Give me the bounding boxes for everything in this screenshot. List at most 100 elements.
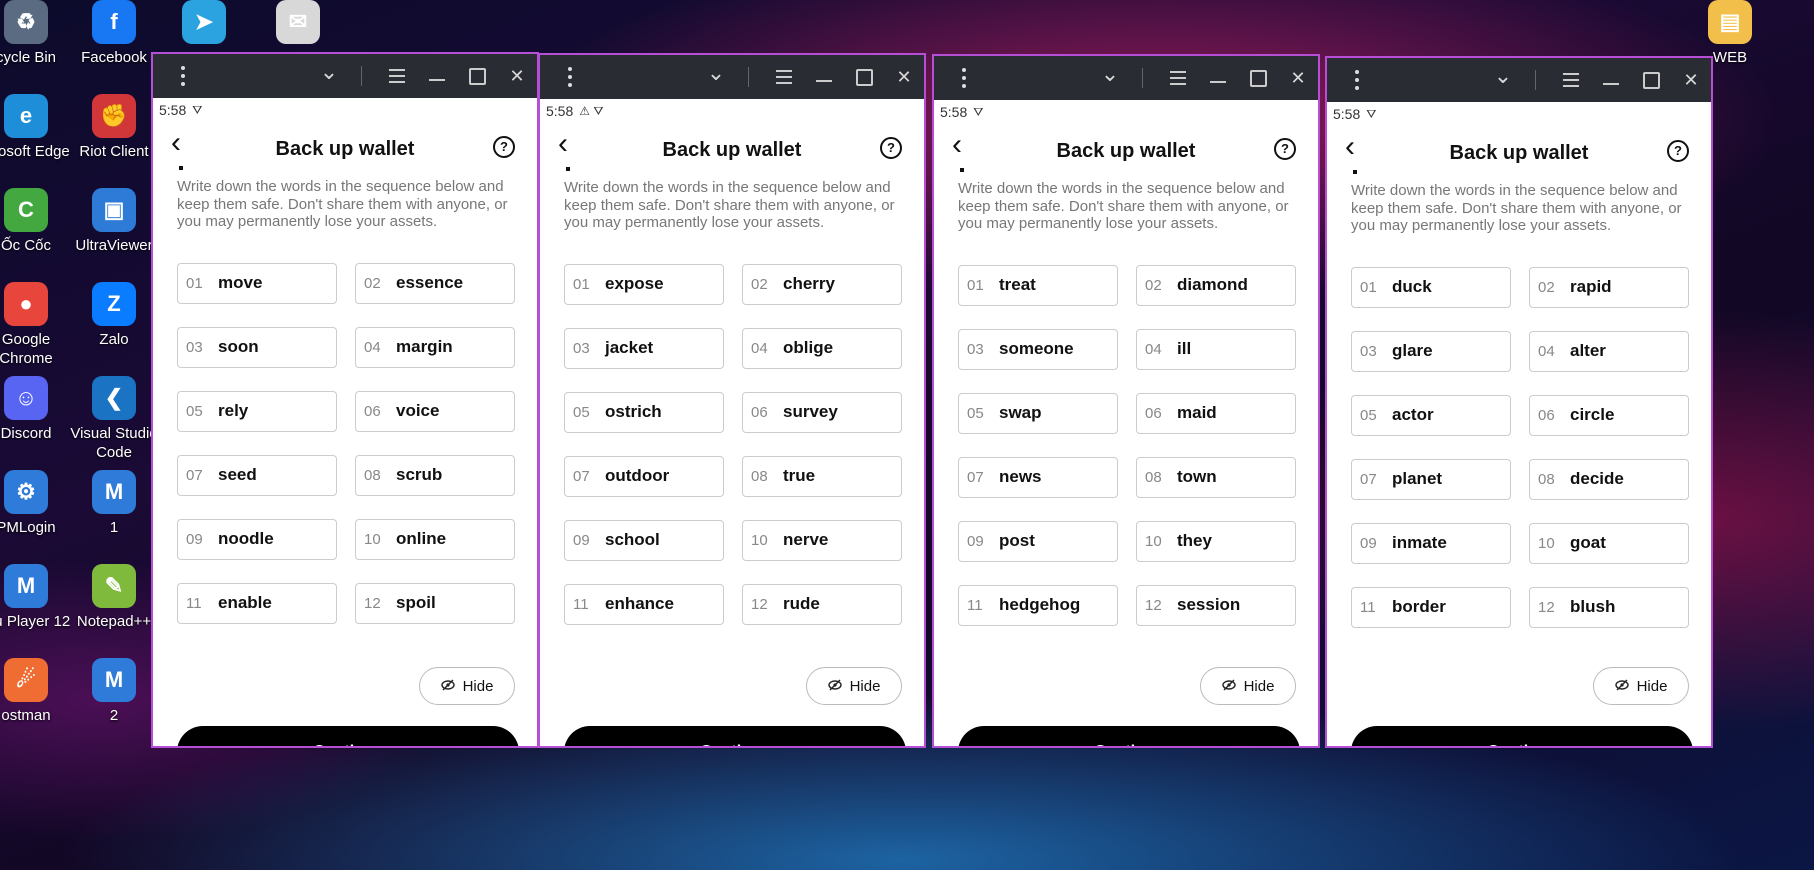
app-icon: ☄ [4,658,48,702]
seed-word: jacket [605,338,654,357]
screen-header: ‹ Back up wallet? [1327,126,1711,180]
desktop-icon[interactable]: M Mu Player 12 [0,564,72,631]
seed-word-number: 01 [967,276,984,294]
desktop-icon[interactable]: ● Google Chrome [0,282,72,368]
hamburger-icon[interactable] [1555,58,1587,102]
menu-dots-icon[interactable] [167,54,199,98]
chevron-down-icon[interactable]: ⌄ [1094,56,1126,100]
menu-dots-icon[interactable] [1341,58,1373,102]
chevron-down-icon[interactable]: ⌄ [313,54,345,98]
seed-word: treat [999,275,1036,294]
maximize-icon[interactable] [848,55,880,99]
hide-button[interactable]: Hide [419,667,515,705]
seed-word-cell: 11 border [1351,586,1511,628]
hamburger-icon[interactable] [1162,56,1194,100]
desktop-icon[interactable]: ✊ Riot Client [68,94,160,161]
minimize-icon[interactable] [421,54,453,98]
seed-word-number: 04 [751,339,768,357]
desktop-icon[interactable]: ☺ Discord [0,376,72,443]
seed-word-number: 01 [1360,278,1377,296]
help-icon[interactable]: ? [1274,138,1296,160]
desktop-icon[interactable]: ➤ [158,0,250,48]
app-icon: ♻ [4,0,48,44]
hamburger-icon[interactable] [381,54,413,98]
seed-word-cell: 07 news [958,456,1118,498]
help-icon[interactable]: ? [880,137,902,159]
instructions-text: Write down the words in the sequence bel… [564,179,895,231]
seed-word: noodle [218,529,274,548]
desktop-icon-label: cycle Bin [0,49,57,66]
seed-word-number: 07 [186,466,203,484]
desktop-icon[interactable]: C Ốc Cốc [0,188,72,255]
desktop-icon[interactable]: M1 [68,470,160,537]
seed-word-number: 07 [573,467,590,485]
hide-button[interactable]: Hide [1200,667,1296,705]
seed-word: enable [218,593,272,612]
seed-word: post [999,531,1035,550]
close-icon[interactable]: ✕ [501,54,533,98]
desktop-icon[interactable]: ♻ cycle Bin [0,0,72,67]
status-time: 5:58 [546,103,574,119]
desktop-icon-label: Ốc Cốc [0,237,51,254]
close-icon[interactable]: ✕ [888,55,920,99]
seed-word-cell: 08 decide [1529,458,1689,500]
seed-word: voice [396,401,440,420]
instructions-text: Write down the words in the sequence bel… [958,180,1289,232]
desktop-icon[interactable]: ⚙ PMLogin [0,470,72,537]
seed-word: enhance [605,594,674,613]
seed-word: glare [1392,341,1433,360]
desktop-icon[interactable]: ▣ UltraViewer [68,188,160,255]
seed-word: online [396,529,447,548]
menu-dots-icon[interactable] [948,56,980,100]
desktop-icon[interactable]: ✎ Notepad++ [68,564,160,631]
seed-word: session [1177,595,1241,614]
chevron-down-icon[interactable]: ⌄ [700,55,732,99]
continue-button[interactable]: Continue [1351,726,1693,746]
seed-word-number: 10 [751,531,768,549]
close-icon[interactable]: ✕ [1675,58,1707,102]
page-title: Back up wallet [275,138,415,160]
desktop-icon[interactable]: ☄ ostman [0,658,72,725]
emulator-window: ⌄ ✕ 5:58 ⛛ ‹ Back up wallet? Write down the wo… [932,54,1320,748]
app-icon: ✎ [92,564,136,608]
maximize-icon[interactable] [1242,56,1274,100]
seed-word-cell: 10 goat [1529,522,1689,564]
hide-button[interactable]: Hide [806,667,902,705]
help-icon[interactable]: ? [493,136,515,158]
menu-dots-icon[interactable] [554,55,586,99]
desktop-icon[interactable]: M2 [68,658,160,725]
seed-word: oblige [783,338,834,357]
seed-word-number: 05 [1360,406,1377,424]
continue-button[interactable]: Continue [564,726,906,746]
desktop-icon[interactable]: ❮ Visual Studio Code [68,376,160,462]
desktop-icon-label: Visual Studio Code [70,425,158,461]
seed-word-cell: 11 hedgehog [958,584,1118,626]
seed-word-number: 10 [1145,532,1162,550]
chevron-down-icon[interactable]: ⌄ [1487,58,1519,102]
seed-word-cell: 01 move [177,262,337,304]
desktop-icon[interactable]: e icrosoft Edge [0,94,72,161]
minimize-icon[interactable] [808,55,840,99]
continue-button[interactable]: Continue [177,726,519,746]
minimize-icon[interactable] [1202,56,1234,100]
maximize-icon[interactable] [1635,58,1667,102]
hamburger-icon[interactable] [768,55,800,99]
seed-word-cell: 12 rude [742,583,902,625]
desktop-icon[interactable]: ✉ [252,0,344,48]
maximize-icon[interactable] [461,54,493,98]
seed-word: town [1177,467,1217,486]
seed-word-number: 04 [1145,340,1162,358]
seed-word: maid [1177,403,1217,422]
seed-word-cell: 04 oblige [742,327,902,369]
minimize-icon[interactable] [1595,58,1627,102]
help-icon[interactable]: ? [1667,140,1689,162]
hide-button[interactable]: Hide [1593,667,1689,705]
page-title: Back up wallet [1449,142,1589,164]
close-icon[interactable]: ✕ [1282,56,1314,100]
desktop-icon[interactable]: f Facebook [68,0,160,67]
seed-word-cell: 09 noodle [177,518,337,560]
seed-word: seed [218,465,257,484]
indicator-dot [566,167,570,171]
continue-button[interactable]: Continue [958,726,1300,746]
desktop-icon[interactable]: Z Zalo [68,282,160,349]
